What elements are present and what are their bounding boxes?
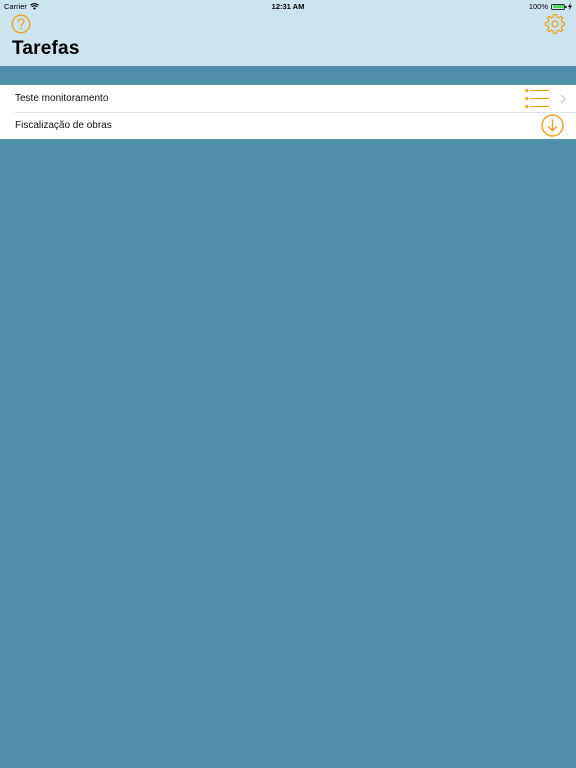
task-row-fiscalizacao-de-obras[interactable]: Fiscalização de obras bbox=[0, 112, 576, 139]
task-list: Teste monitoramento Fiscalização de obra… bbox=[0, 85, 576, 139]
charging-bolt-icon bbox=[568, 3, 572, 10]
question-circle-icon[interactable] bbox=[11, 14, 31, 34]
task-label: Fiscalização de obras bbox=[15, 120, 112, 131]
navigation-bar: Tarefas bbox=[0, 12, 576, 66]
page-title: Tarefas bbox=[12, 38, 80, 59]
battery-percentage: 100% bbox=[528, 2, 548, 11]
status-bar: Carrier 12:31 AM 100% bbox=[0, 0, 576, 12]
list-icon[interactable] bbox=[525, 88, 549, 109]
status-time: 12:31 AM bbox=[271, 2, 305, 11]
task-label: Teste monitoramento bbox=[15, 93, 109, 104]
gear-icon[interactable] bbox=[545, 14, 565, 34]
download-circle-icon[interactable] bbox=[541, 114, 564, 137]
battery-icon bbox=[551, 3, 567, 10]
chevron-right-icon bbox=[560, 94, 566, 104]
battery-status: 100% bbox=[529, 2, 572, 11]
task-row-teste-monitoramento[interactable]: Teste monitoramento bbox=[0, 85, 576, 112]
